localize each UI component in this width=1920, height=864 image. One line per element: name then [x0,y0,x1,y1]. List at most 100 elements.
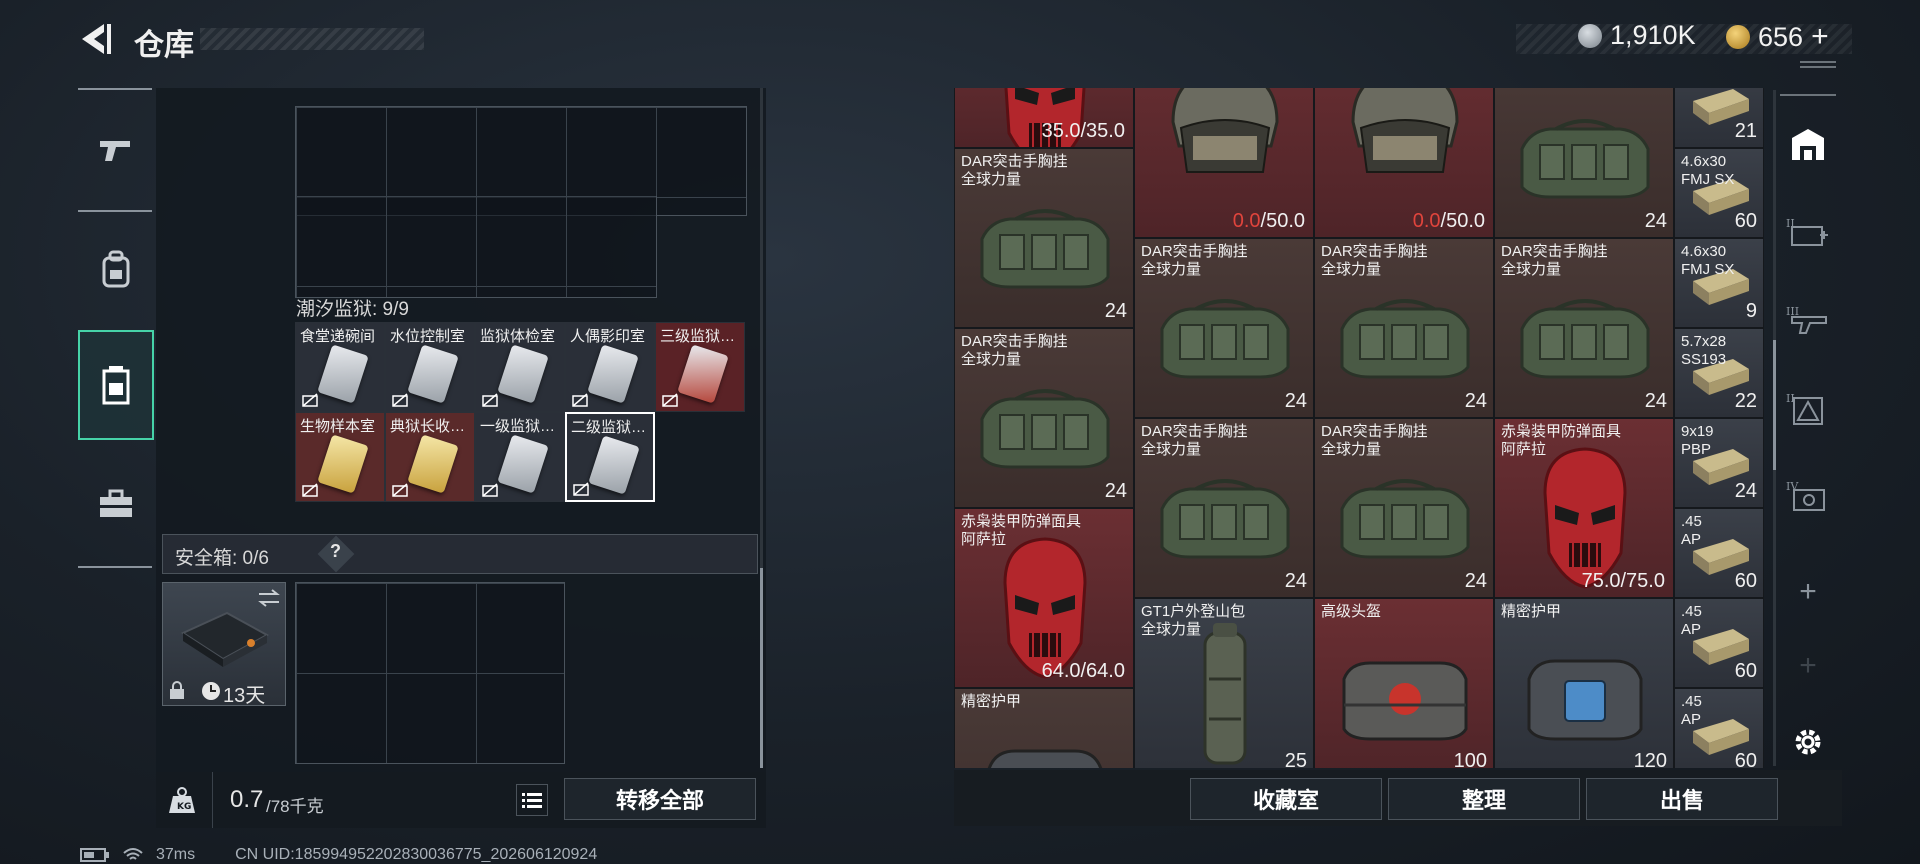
rail-stash[interactable] [1776,106,1840,182]
vest-item[interactable]: DAR突击手胸挂 全球力量 24 [1134,418,1314,598]
storage-grid-mid[interactable] [295,196,657,298]
cut-label [296,88,396,96]
tidal-prison-label: 潮汐监狱: 9/9 [296,299,409,320]
vest-item[interactable]: 24 [1494,88,1674,238]
gear-icon [1795,729,1821,755]
uid-text: CN UID:1859949522028300367​75_2026061209… [235,846,598,863]
stash-house-icon [1792,129,1824,160]
keycard-slot[interactable]: 典狱长收… [385,412,475,502]
rail-box-2[interactable]: II [1776,194,1840,270]
svg-text:II: II [1786,217,1795,230]
top-bar: 仓库 1,910K 656 + [0,0,1920,80]
rail-box-5[interactable]: IV [1776,458,1840,534]
vest-item[interactable]: DAR突击手胸挂 全球力量 24 [1494,238,1674,418]
keycard-slot[interactable]: 生物样本室 [295,412,385,502]
rail-box-3[interactable]: III [1776,282,1840,358]
item-name: .45 AP [1681,513,1702,548]
vest-icon [1520,119,1650,199]
ammo-item[interactable]: 9x19 PBP 24 [1674,418,1764,508]
nav-equipment[interactable] [78,218,154,322]
rail-box-4[interactable]: II [1776,370,1840,446]
add-currency-button[interactable]: + [1811,20,1829,54]
keycard-grid: 食堂递碗间 水位控制室 监狱体检室 人偶影印室 三级监狱… 生物样本室 典狱长收… 一级监狱…… [295,322,755,508]
item-name: 4.6x30 FMJ SX [1681,243,1735,278]
vest-icon [1160,479,1290,559]
safebox-grid[interactable] [295,582,565,764]
keycard-slot[interactable]: 二级监狱… [565,412,655,502]
helmet-icon [1171,88,1279,173]
ammo-item[interactable]: .45 AP 60 [1674,508,1764,598]
backpack-item[interactable]: GT1户外登山包 全球力量 25 [1134,598,1314,768]
keycard-slot[interactable]: 监狱体检室 [475,322,565,412]
no-trade-icon [302,483,318,497]
item-durability: 0.0/50.0 [1233,210,1305,233]
ammo-item[interactable]: 4.6x30 FMJ SX 9 [1674,238,1764,328]
vest-item[interactable]: DAR突击手胸挂 全球力量 24 [1134,238,1314,418]
backpack-icon [1203,623,1247,765]
ammo-item[interactable]: 21 [1674,88,1764,148]
nav-weapons[interactable] [78,98,154,202]
mask-item[interactable]: 赤枭装甲防弹面具 阿萨拉 64.0/64.0 [954,508,1134,688]
weight-value: 0.7 [230,786,264,813]
vest-item[interactable]: DAR突击手胸挂 全球力量 24 [1314,238,1494,418]
keycard-icon [317,344,369,404]
helmet-item[interactable]: 0.0/50.0 [1134,88,1314,238]
item-name: 精密护甲 [961,693,1022,710]
collection-room-button[interactable]: 收藏室 [1190,778,1382,820]
armor-item[interactable]: 精密护甲 120 [1494,598,1674,768]
helmet-item[interactable]: 高级头盔 100 [1314,598,1494,768]
organize-button[interactable]: 整理 [1388,778,1580,820]
item-count: 120 [1633,750,1667,768]
keycard-name: 一级监狱… [480,418,556,435]
item-count: 21 [1734,120,1757,142]
rifle-box-icon: III [1786,305,1827,334]
safebox-slot[interactable]: 13天 [162,582,286,707]
item-name: 高级头盔 [1321,603,1382,620]
ammo-item[interactable]: .45 AP 60 [1674,598,1764,688]
vest-item[interactable]: DAR突击手胸挂 全球力量 24 [1314,418,1494,598]
vest-item[interactable]: DAR突击手胸挂 全球力量 24 [954,148,1134,328]
item-count: 60 [1734,210,1757,232]
rail-add-button-2[interactable]: + [1776,628,1840,704]
nav-storage[interactable] [78,330,154,440]
pistol-icon [100,141,130,161]
vest-item[interactable]: DAR突击手胸挂 全球力量 24 [954,328,1134,508]
rail-add-button[interactable]: + [1776,554,1840,630]
item-count: 24 [1104,300,1127,322]
item-count: 24 [1104,480,1127,502]
back-arrow-icon[interactable] [78,22,112,56]
currency-coins: 1,910K [1578,20,1696,51]
settings-button[interactable] [1776,704,1840,780]
nav-misc[interactable] [78,452,154,556]
ammo-item[interactable]: 4.6x30 FMJ SX 60 [1674,148,1764,238]
helmet-item[interactable]: 0.0/50.0 [1314,88,1494,238]
keycard-slot[interactable]: 一级监狱… [475,412,565,502]
item-name: .45 AP [1681,693,1702,728]
item-count: 24 [1284,570,1307,592]
keycard-slot[interactable]: 水位控制室 [385,322,475,412]
swap-icon[interactable] [257,589,281,607]
keycard-slot[interactable]: 食堂递碗间 [295,322,385,412]
keycard-icon [587,344,639,404]
help-icon[interactable]: ? [330,541,341,562]
keycard-icon [497,344,549,404]
ammo-item[interactable]: 5.7x28 SS193 22 [1674,328,1764,418]
ammo-item[interactable]: .45 AP 60 [1674,688,1764,768]
plus-icon: + [1799,649,1817,682]
armor-icon [987,749,1103,768]
container-icon [102,366,130,405]
currency-coins-value: 1,910K [1610,20,1696,50]
mask-item[interactable]: 赤枭装甲防弹面具 阿萨拉 75.0/75.0 [1494,418,1674,598]
list-view-button[interactable] [516,784,548,816]
mask-item[interactable]: 35.0/35.0 [954,88,1134,148]
left-scrollbar[interactable] [760,88,763,768]
keycard-slot[interactable]: 人偶影印室 [565,322,655,412]
keycard-name: 食堂递碗间 [300,328,376,345]
list-icon [522,793,542,808]
keycard-icon [407,344,459,404]
item-name: 赤枭装甲防弹面具 阿萨拉 [1501,423,1622,458]
keycard-slot[interactable]: 三级监狱… [655,322,745,412]
sell-button[interactable]: 出售 [1586,778,1778,820]
armor-item[interactable]: 精密护甲 [954,688,1134,768]
transfer-all-button[interactable]: 转移全部 [564,778,756,820]
